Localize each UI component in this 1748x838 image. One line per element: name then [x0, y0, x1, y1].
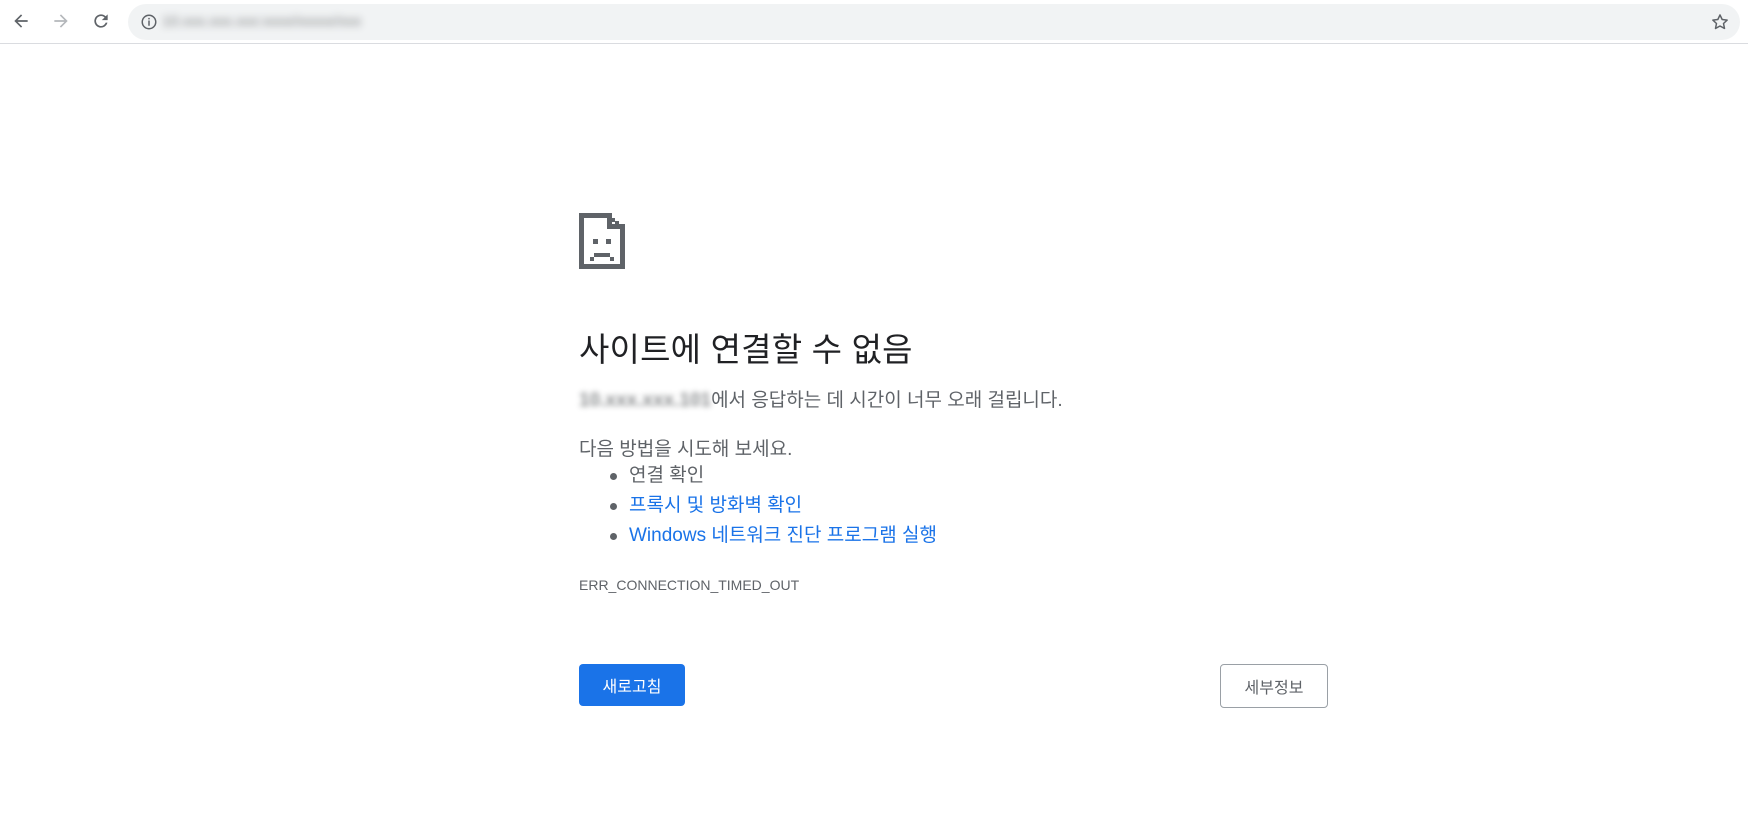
reload-button[interactable] [86, 6, 116, 36]
sad-document-icon [579, 213, 625, 269]
suggestion-check-proxy-firewall-link[interactable]: 프록시 및 방화벽 확인 [610, 491, 937, 521]
reload-page-button[interactable]: 새로고침 [579, 664, 685, 706]
try-heading: 다음 방법을 시도해 보세요. [579, 439, 793, 460]
address-bar[interactable]: 10.xxx.xxx.xxx:xxxx/xxxxx/xxx [128, 4, 1740, 40]
suggestion-list: 연결 확인 프록시 및 방화벽 확인 Windows 네트워크 진단 프로그램 … [579, 461, 937, 551]
browser-toolbar: 10.xxx.xxx.xxx:xxxx/xxxxx/xxx [0, 0, 1748, 44]
description-text: 에서 응답하는 데 시간이 너무 오래 걸립니다. [711, 390, 1063, 411]
details-button[interactable]: 세부정보 [1220, 664, 1328, 708]
forward-button[interactable] [46, 6, 76, 36]
star-icon[interactable] [1710, 12, 1730, 32]
back-button[interactable] [6, 6, 36, 36]
error-code: ERR_CONNECTION_TIMED_OUT [579, 577, 800, 593]
arrow-left-icon [14, 14, 28, 28]
suggestion-check-connection: 연결 확인 [610, 461, 937, 491]
info-icon[interactable] [140, 13, 158, 31]
url-text[interactable]: 10.xxx.xxx.xxx:xxxx/xxxxx/xxx [162, 13, 361, 30]
page-title: 사이트에 연결할 수 없음 [579, 331, 913, 368]
host-name: 10.xxx.xxx.101 [579, 390, 712, 411]
arrow-right-icon [54, 14, 68, 28]
error-description: 10.xxx.xxx.101에서 응답하는 데 시간이 너무 오래 걸립니다. [579, 385, 1063, 412]
suggestion-run-network-diagnostics-link[interactable]: Windows 네트워크 진단 프로그램 실행 [610, 521, 937, 551]
reload-icon [94, 14, 108, 28]
